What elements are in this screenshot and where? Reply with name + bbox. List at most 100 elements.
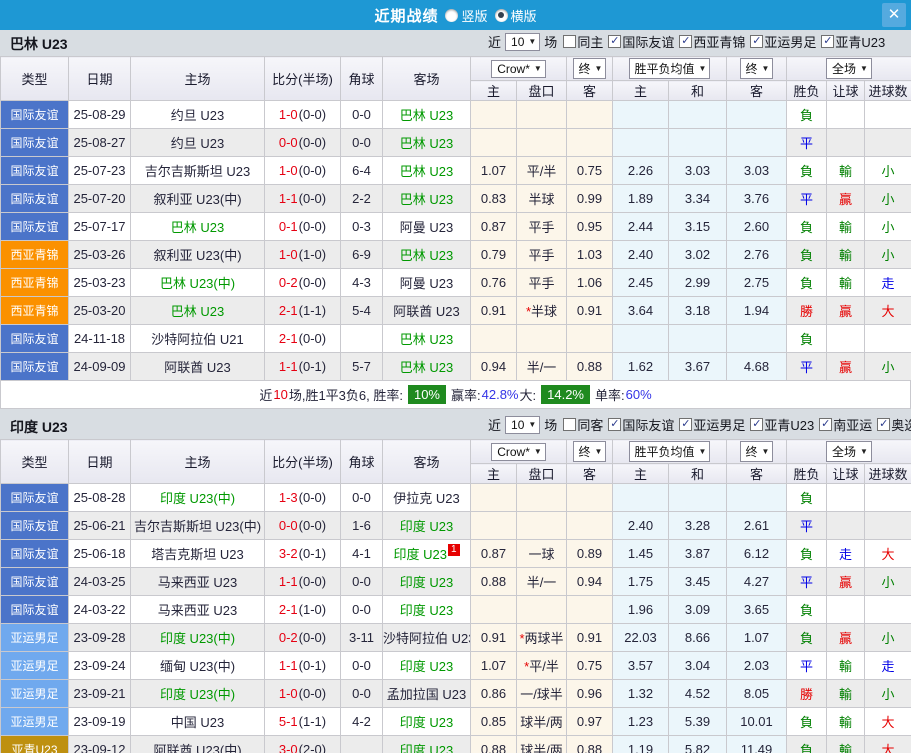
cell-home-team: 叙利亚 U23(中) <box>131 241 265 269</box>
cell-handicap-away-odds: 0.88 <box>567 353 613 381</box>
cell-goals-result <box>865 325 911 353</box>
cell-avg-away-odds: 4.27 <box>727 568 787 596</box>
radio-vertical-layout[interactable]: 竖版 <box>445 6 487 25</box>
league-checkbox[interactable]: ✓亚运男足 <box>750 32 816 51</box>
full-time-score: 1-1 <box>279 359 298 374</box>
cell-result: 平 <box>787 512 827 540</box>
checkbox-checked-icon: ✓ <box>877 418 890 431</box>
league-checkbox[interactable]: ✓亚运男足 <box>679 415 745 434</box>
cell-corner: 4-2 <box>341 708 383 736</box>
chevron-down-icon: ▼ <box>762 64 770 73</box>
odds-company-select[interactable]: Crow*▼ <box>491 60 546 78</box>
full-time-score: 0-1 <box>279 219 298 234</box>
league-checkbox[interactable]: ✓亚青U23 <box>821 32 885 51</box>
league-checkbox[interactable]: ✓国际友谊 <box>608 32 674 51</box>
cell-score: 1-1(0-1) <box>265 652 341 680</box>
games-count-select[interactable]: 10▼ <box>505 416 540 434</box>
league-checkbox[interactable]: 同主 <box>563 32 603 51</box>
full-time-score: 2-1 <box>279 331 298 346</box>
cell-result: 負 <box>787 101 827 129</box>
avg-final-select[interactable]: 终▼ <box>740 441 774 462</box>
col-header-avg_draw: 和 <box>669 81 727 101</box>
cell-avg-draw-odds: 3.09 <box>669 596 727 624</box>
half-time-score: (2-0) <box>299 742 326 753</box>
away-team-name: 阿曼 U23 <box>400 276 453 291</box>
half-time-score: (0-0) <box>299 490 326 505</box>
cell-date: 25-06-18 <box>69 540 131 568</box>
league-badge: 国际友谊 <box>1 512 69 540</box>
cell-handicap-result-value: 輸 <box>839 276 852 291</box>
cell-handicap-home-odds: 0.87 <box>471 540 517 568</box>
col-header-avg_home: 主 <box>613 81 669 101</box>
cell-handicap-away-odds <box>567 512 613 540</box>
close-icon[interactable]: ✕ <box>882 3 906 27</box>
cell-goals-result <box>865 484 911 512</box>
league-checkbox[interactable]: ✓南亚运 <box>819 415 872 434</box>
cell-handicap-away-odds <box>567 484 613 512</box>
changed-line-star: * <box>524 659 529 674</box>
matches-table: 类型日期主场比分(半场)角球客场Crow*▼终▼胜平负均值▼终▼全场▼主盘口客主… <box>0 439 911 753</box>
cell-avg-away-odds: 2.75 <box>727 269 787 297</box>
league-badge: 亚运男足 <box>1 708 69 736</box>
cell-handicap-home-odds: 1.07 <box>471 157 517 185</box>
cell-score: 1-1(0-0) <box>265 568 341 596</box>
home-team-name: 中国 U23 <box>171 715 224 730</box>
half-time-score: (0-0) <box>299 630 326 645</box>
cell-handicap-home-odds: 0.86 <box>471 680 517 708</box>
cell-goals-result-value: 大 <box>882 715 895 730</box>
home-team-name: 吉尔吉斯斯坦 U23(中) <box>134 519 261 534</box>
away-team-name: 印度 U23 <box>400 603 453 618</box>
odds-final-select[interactable]: 终▼ <box>573 58 607 79</box>
radio-horizontal-layout[interactable]: 横版 <box>495 6 537 25</box>
home-team-name: 印度 U23(中) <box>160 687 235 702</box>
cell-handicap-home-odds: 0.87 <box>471 213 517 241</box>
odds-final-select[interactable]: 终▼ <box>573 441 607 462</box>
chevron-down-icon: ▼ <box>534 64 542 73</box>
cell-handicap-line: 半/一 <box>517 568 567 596</box>
cell-handicap-result <box>827 325 865 353</box>
cell-avg-draw-odds: 4.52 <box>669 680 727 708</box>
checkbox-label: 西亚青锦 <box>693 32 745 51</box>
cell-handicap-line <box>517 596 567 624</box>
games-count-select[interactable]: 10▼ <box>505 33 540 51</box>
league-badge: 西亚青锦 <box>1 297 69 325</box>
league-checkbox[interactable]: ✓西亚青锦 <box>679 32 745 51</box>
avg-type-select[interactable]: 胜平负均值▼ <box>629 58 711 79</box>
cell-handicap-away-odds <box>567 101 613 129</box>
games-label: 场 <box>544 415 557 434</box>
cell-handicap-home-odds: 0.91 <box>471 297 517 325</box>
cell-score: 1-3(0-0) <box>265 484 341 512</box>
cell-score: 3-0(2-0) <box>265 736 341 753</box>
cell-handicap-result: 輸 <box>827 213 865 241</box>
odds-company-select[interactable]: Crow*▼ <box>491 443 546 461</box>
matches-table: 类型日期主场比分(半场)角球客场Crow*▼终▼胜平负均值▼终▼全场▼主盘口客主… <box>0 56 911 381</box>
cell-avg-home-odds <box>613 101 669 129</box>
cell-handicap-result-value: 贏 <box>839 304 852 319</box>
avg-type-select[interactable]: 胜平负均值▼ <box>629 441 711 462</box>
scope-select[interactable]: 全场▼ <box>826 441 872 462</box>
cell-goals-result: 小 <box>865 241 911 269</box>
scope-select[interactable]: 全场▼ <box>826 58 872 79</box>
league-checkbox[interactable]: ✓国际友谊 <box>608 415 674 434</box>
cell-goals-result <box>865 101 911 129</box>
cell-score: 0-1(0-0) <box>265 213 341 241</box>
home-team-name: 马来西亚 U23 <box>158 603 237 618</box>
league-checkbox[interactable]: ✓亚青U23 <box>750 415 814 434</box>
cell-goals-result-value: 走 <box>882 659 895 674</box>
cell-result: 負 <box>787 269 827 297</box>
league-checkbox[interactable]: 同客 <box>563 415 603 434</box>
match-row: 国际友谊24-11-18沙特阿拉伯 U212-1(0-0)巴林 U23負 <box>1 325 911 353</box>
col-header-handicap: 盘口 <box>517 464 567 484</box>
checkbox-label: 亚运男足 <box>764 32 816 51</box>
cell-goals-result: 大 <box>865 540 911 568</box>
cell-result: 負 <box>787 596 827 624</box>
cell-avg-draw-odds: 3.67 <box>669 353 727 381</box>
cell-result-value: 平 <box>800 575 813 590</box>
league-badge: 国际友谊 <box>1 129 69 157</box>
col-header-odds_away: 客 <box>567 81 613 101</box>
league-checkbox[interactable]: ✓奥选赛 <box>877 415 911 434</box>
cell-result-value: 平 <box>800 136 813 151</box>
col-header-wdl: 胜负 <box>787 464 827 484</box>
avg-final-select[interactable]: 终▼ <box>740 58 774 79</box>
chevron-down-icon: ▼ <box>699 64 707 73</box>
